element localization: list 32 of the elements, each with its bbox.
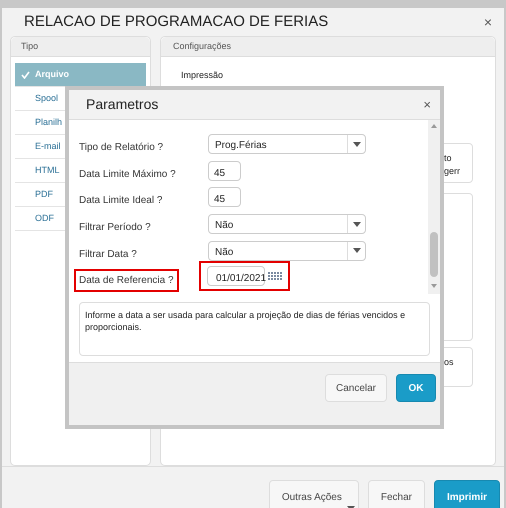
field-label: Data Limite Máximo ? [79,168,176,182]
caret-icon [352,142,360,146]
caret-icon [352,222,360,227]
select-field[interactable]: Não [208,214,366,234]
help-text: Informe a data a ser usada para calcular a projeção de dias de férias vencidos e proporcionais. [85,310,406,332]
caret-icon [352,248,360,254]
panel-heading: Tipo [21,40,38,53]
select-field[interactable]: Não [208,240,366,261]
dialog-button[interactable]: Cancelar [325,374,387,402]
close-button[interactable]: × [423,94,431,114]
field-label: Data de Referencia ? [76,271,177,290]
field-label: Tipo de Relatório ? [79,141,164,155]
panel-heading: Configurações [173,40,232,53]
check-icon [21,70,30,78]
scrollbar[interactable] [428,120,440,294]
date-field[interactable]: 01/01/2021 [207,266,265,286]
field-label: Filtrar Data ? [79,248,137,262]
close-button[interactable]: × [484,12,492,32]
card-text: gerr [444,164,462,178]
select-field[interactable]: Prog.Férias [208,134,366,154]
footer-button[interactable]: Outras Ações [268,480,359,508]
footer-button[interactable]: Fechar [368,480,425,508]
window-title: RELACAO DE PROGRAMACAO DE FERIAS [24,12,330,32]
card-text: os [444,356,454,366]
calendar-icon[interactable] [268,271,282,282]
number-field[interactable]: 45 [208,160,241,181]
card-text: to [444,152,453,164]
number-field[interactable]: 45 [208,187,241,208]
field-label: Impressão [180,69,224,82]
field-label: Data Limite Ideal ? [79,194,162,208]
dialog-title: Parametros [86,95,160,114]
field-label: Filtrar Período ? [79,221,151,236]
